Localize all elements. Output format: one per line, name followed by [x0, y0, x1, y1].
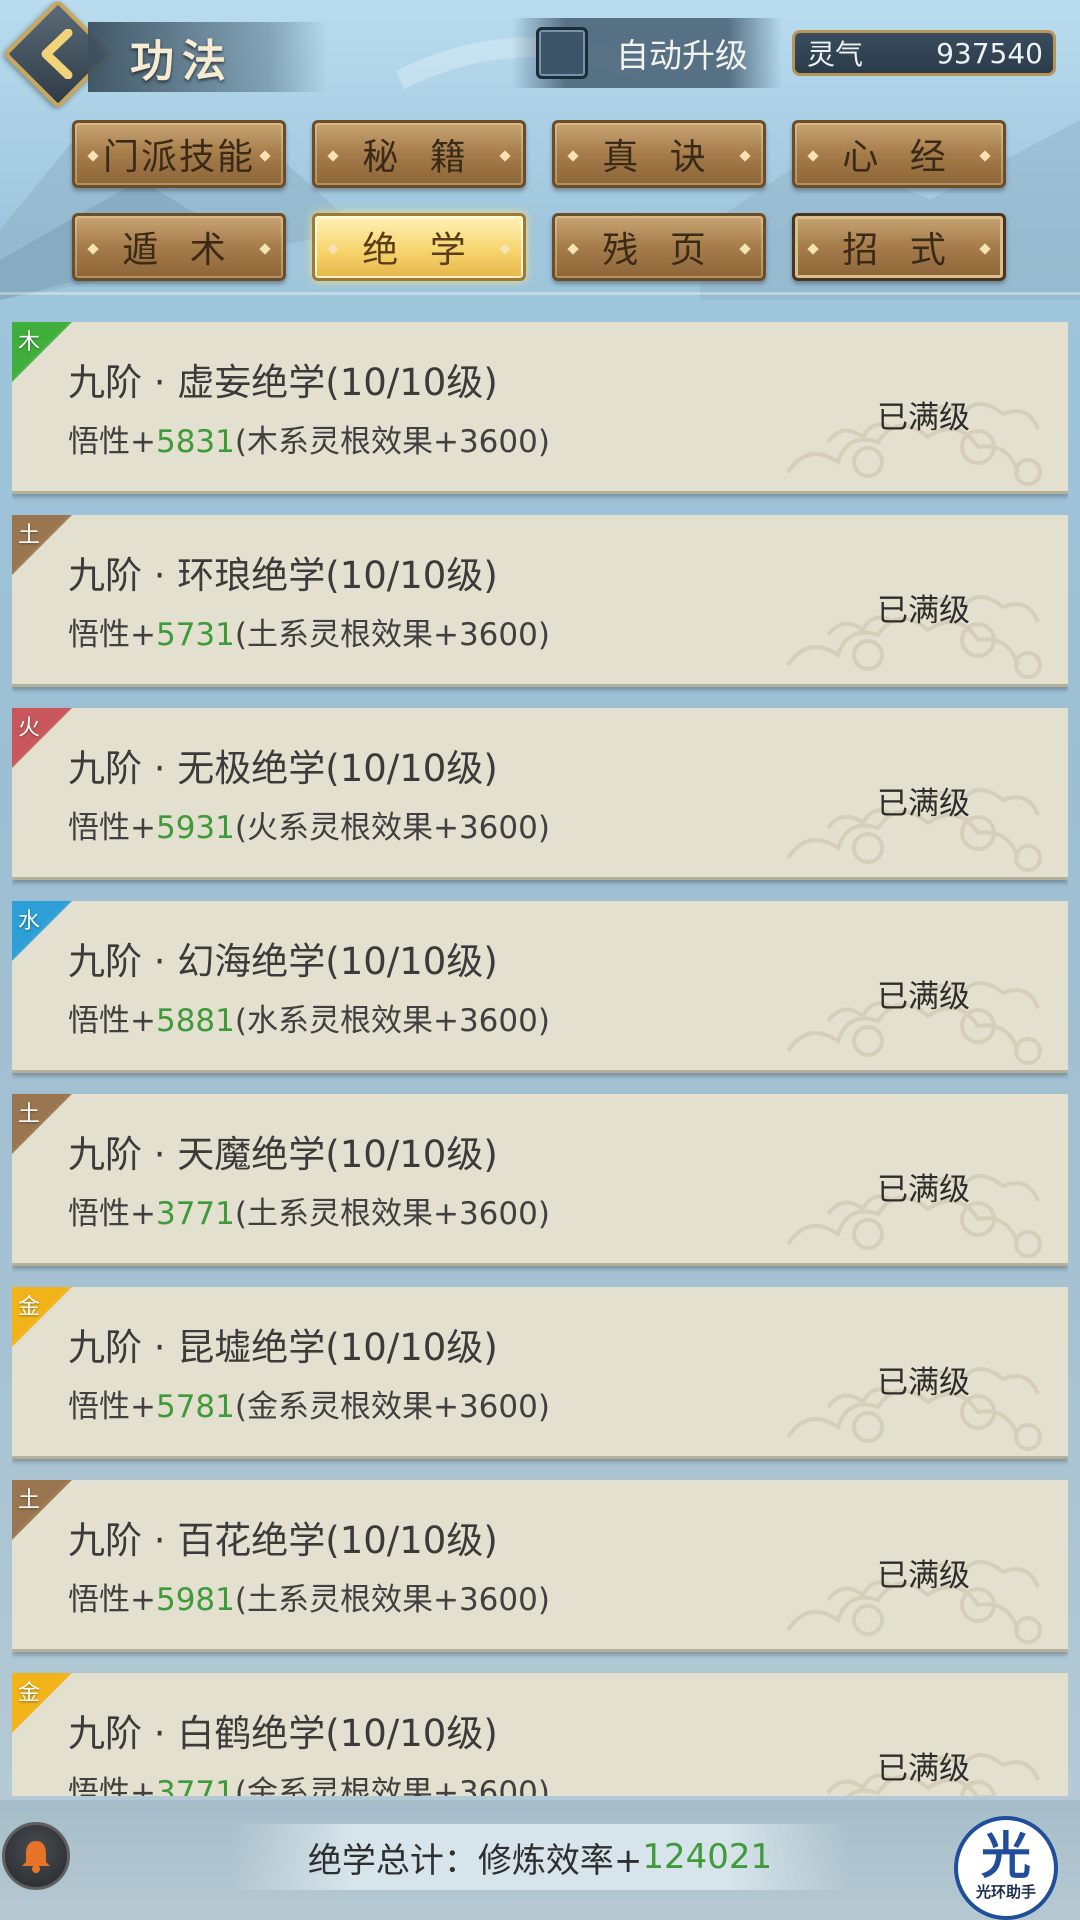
skill-title: 九阶 · 百花绝学(10/10级)	[68, 1519, 498, 1562]
chevron-left-icon	[41, 29, 73, 79]
stat-value: 5881	[155, 1003, 235, 1039]
status-badge: 已满级	[877, 400, 970, 436]
stat-value: 5731	[155, 617, 235, 653]
stat-suffix: (金系灵根效果+3600)	[234, 1775, 550, 1796]
skill-card[interactable]: 火九阶 · 无极绝学(10/10级) 悟性+5931(火系灵根效果+3600) 已满…	[12, 708, 1068, 880]
stat-suffix: (土系灵根效果+3600)	[234, 1196, 550, 1232]
tab-label: 遁 术	[122, 230, 236, 271]
element-label: 水	[18, 909, 41, 934]
tab-ultimate-skills[interactable]: 绝 学	[312, 213, 526, 281]
halo-logo-glyph: 光	[981, 1827, 1031, 1885]
total-summary: 绝学总计：修炼效率+ 124021	[230, 1824, 850, 1890]
tab-label: 心 经	[842, 137, 956, 178]
tab-label: 门派技能	[102, 137, 255, 178]
skill-title: 九阶 · 环琅绝学(10/10级)	[68, 554, 498, 597]
skill-title: 九阶 · 白鹤绝学(10/10级)	[68, 1712, 498, 1755]
stat-suffix: (土系灵根效果+3600)	[234, 617, 550, 653]
stat-value: 3771	[155, 1775, 235, 1796]
element-label: 火	[18, 716, 41, 741]
skill-card[interactable]: 金九阶 · 昆墟绝学(10/10级) 悟性+5781(金系灵根效果+3600) 已满…	[12, 1287, 1068, 1459]
skill-title: 九阶 · 昆墟绝学(10/10级)	[68, 1326, 498, 1369]
stat-value: 3771	[155, 1196, 235, 1232]
stat-value: 5981	[155, 1582, 235, 1618]
halo-assistant-button[interactable]: 光 光环助手	[954, 1816, 1058, 1920]
element-label: 土	[18, 1488, 41, 1513]
status-badge: 已满级	[877, 786, 970, 822]
skill-stat: 悟性+5981(土系灵根效果+3600)	[68, 1574, 550, 1619]
title-bar: 功法	[88, 22, 328, 92]
element-label: 土	[18, 1102, 41, 1127]
bell-icon	[22, 1841, 50, 1873]
skill-stat: 悟性+5831(木系灵根效果+3600)	[68, 416, 550, 461]
tab-true-arts[interactable]: 真 诀	[552, 120, 766, 188]
currency-label: 灵气	[807, 38, 864, 71]
tab-sect-skills[interactable]: 门派技能	[72, 120, 286, 188]
skill-stat: 悟性+5781(金系灵根效果+3600)	[68, 1381, 550, 1426]
tab-fragments[interactable]: 残 页	[552, 213, 766, 281]
tab-label: 真 诀	[602, 137, 716, 178]
skill-list[interactable]: 木九阶 · 虚妄绝学(10/10级) 悟性+5831(木系灵根效果+3600) 已满…	[12, 322, 1068, 1796]
element-label: 金	[18, 1295, 41, 1320]
status-badge: 已满级	[877, 1558, 970, 1594]
tab-label: 残 页	[602, 230, 716, 271]
stat-prefix: 悟性+	[68, 810, 156, 846]
tab-label: 绝 学	[362, 230, 476, 271]
stat-value: 5931	[155, 810, 235, 846]
skill-stat: 悟性+5731(土系灵根效果+3600)	[68, 609, 550, 654]
skill-card[interactable]: 金九阶 · 白鹤绝学(10/10级) 悟性+3771(金系灵根效果+3600) 已满…	[12, 1673, 1068, 1796]
page-title: 功法	[130, 36, 234, 87]
stat-suffix: (水系灵根效果+3600)	[234, 1003, 550, 1039]
skill-card[interactable]: 土九阶 · 百花绝学(10/10级) 悟性+5981(土系灵根效果+3600) 已满…	[12, 1480, 1068, 1652]
tab-heart-sutra[interactable]: 心 经	[792, 120, 1006, 188]
notification-button[interactable]	[2, 1822, 70, 1890]
skill-stat: 悟性+3771(金系灵根效果+3600)	[68, 1767, 550, 1796]
total-value: 124021	[642, 1837, 773, 1877]
stat-prefix: 悟性+	[68, 424, 156, 460]
element-label: 木	[18, 330, 41, 355]
status-badge: 已满级	[877, 593, 970, 629]
skill-title: 九阶 · 天魔绝学(10/10级)	[68, 1133, 498, 1176]
stat-suffix: (土系灵根效果+3600)	[234, 1582, 550, 1618]
tab-moves[interactable]: 招 式	[792, 213, 1006, 281]
stat-value: 5781	[155, 1389, 235, 1425]
stat-prefix: 悟性+	[68, 1389, 156, 1425]
currency-value: 937540	[936, 36, 1043, 70]
stat-prefix: 悟性+	[68, 1196, 156, 1232]
status-badge: 已满级	[877, 1751, 970, 1787]
tab-label: 招 式	[842, 230, 956, 271]
skill-title: 九阶 · 无极绝学(10/10级)	[68, 747, 498, 790]
tab-secret-books[interactable]: 秘 籍	[312, 120, 526, 188]
halo-logo-text: 光环助手	[975, 1883, 1036, 1901]
skill-title: 九阶 · 幻海绝学(10/10级)	[68, 940, 498, 983]
tab-escape-arts[interactable]: 遁 术	[72, 213, 286, 281]
auto-upgrade-label: 自动升级	[616, 36, 748, 75]
skill-card[interactable]: 土九阶 · 环琅绝学(10/10级) 悟性+5731(土系灵根效果+3600) 已满…	[12, 515, 1068, 687]
element-label: 金	[18, 1681, 41, 1706]
stat-prefix: 悟性+	[68, 1003, 156, 1039]
total-label: 绝学总计：修炼效率+	[307, 1840, 643, 1881]
stat-value: 5831	[155, 424, 235, 460]
header-divider	[0, 292, 1080, 295]
stat-prefix: 悟性+	[68, 1775, 156, 1796]
stat-suffix: (火系灵根效果+3600)	[234, 810, 550, 846]
skill-title: 九阶 · 虚妄绝学(10/10级)	[68, 361, 498, 404]
stat-prefix: 悟性+	[68, 1582, 156, 1618]
status-badge: 已满级	[877, 1365, 970, 1401]
skill-stat: 悟性+3771(土系灵根效果+3600)	[68, 1188, 550, 1233]
skill-stat: 悟性+5931(火系灵根效果+3600)	[68, 802, 550, 847]
status-badge: 已满级	[877, 1172, 970, 1208]
auto-upgrade-checkbox[interactable]	[536, 27, 588, 79]
tab-label: 秘 籍	[362, 137, 476, 178]
status-badge: 已满级	[877, 979, 970, 1015]
skill-card[interactable]: 木九阶 · 虚妄绝学(10/10级) 悟性+5831(木系灵根效果+3600) 已满…	[12, 322, 1068, 494]
stat-suffix: (金系灵根效果+3600)	[234, 1389, 550, 1425]
currency-display: 灵气 937540	[792, 30, 1056, 76]
stat-prefix: 悟性+	[68, 617, 156, 653]
skill-stat: 悟性+5881(水系灵根效果+3600)	[68, 995, 550, 1040]
stat-suffix: (木系灵根效果+3600)	[234, 424, 550, 460]
auto-upgrade-toggle[interactable]: 自动升级	[512, 18, 782, 88]
element-label: 土	[18, 523, 41, 548]
skill-card[interactable]: 水九阶 · 幻海绝学(10/10级) 悟性+5881(水系灵根效果+3600) 已满…	[12, 901, 1068, 1073]
skill-card[interactable]: 土九阶 · 天魔绝学(10/10级) 悟性+3771(土系灵根效果+3600) 已满…	[12, 1094, 1068, 1266]
